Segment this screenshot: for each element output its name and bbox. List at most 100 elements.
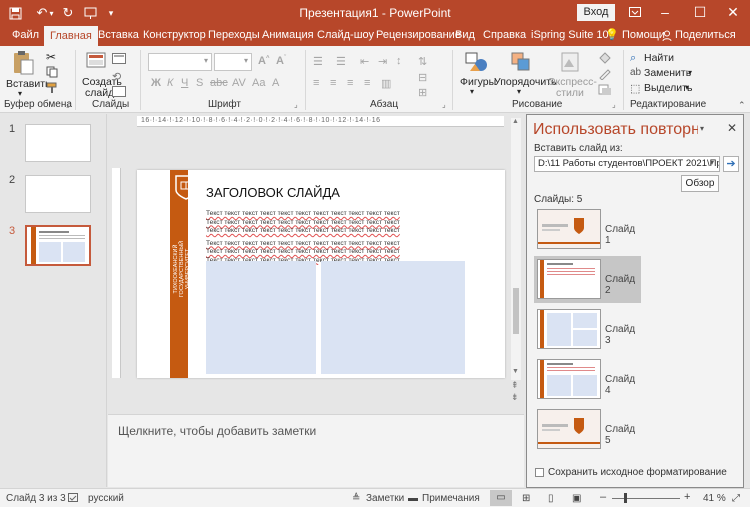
slide-thumbnail-1[interactable] xyxy=(25,124,91,162)
font-family-select[interactable]: ▾ xyxy=(148,53,212,71)
scroll-down-icon[interactable]: ▼ xyxy=(512,368,519,375)
collapse-ribbon-icon[interactable]: ⌃ xyxy=(738,100,746,111)
shapes-icon[interactable] xyxy=(464,51,490,73)
zoom-slider-handle[interactable] xyxy=(624,493,627,503)
replace-button[interactable]: Заменить xyxy=(644,67,691,79)
decrease-indent-icon[interactable]: ⇤ xyxy=(360,55,369,68)
browse-button[interactable]: Обзор xyxy=(681,175,719,192)
maximize-icon[interactable]: ☐ xyxy=(685,0,715,26)
close-icon[interactable]: ✕ xyxy=(718,0,748,26)
slide-canvas[interactable]: ТИХООКЕАНСКИЙ ГОСУДАРСТВЕННЫЙ УНИВЕРСИТЕ… xyxy=(137,170,505,378)
arrange-icon[interactable] xyxy=(510,51,532,73)
next-slide-icon[interactable]: ⇟ xyxy=(511,392,519,403)
bullets-icon[interactable]: ☰ xyxy=(313,55,323,68)
reuse-slide-item[interactable]: Слайд 2 xyxy=(534,256,641,303)
paragraph-launcher-icon[interactable]: ⌟ xyxy=(442,100,446,109)
paste-dropdown-icon[interactable]: ▾ xyxy=(18,89,22,98)
font-size-select[interactable]: ▾ xyxy=(214,53,252,71)
pane-close-icon[interactable]: ✕ xyxy=(727,121,737,135)
keep-formatting-label[interactable]: Сохранить исходное форматирование xyxy=(548,467,727,478)
previous-slide-icon[interactable]: ⇞ xyxy=(511,380,519,391)
layout-icon[interactable] xyxy=(112,53,126,67)
source-path-input[interactable]: D:\11 Работы студентов\ПРОЕКТ 2021\Презе xyxy=(534,156,720,172)
reading-view-icon[interactable]: ▯ xyxy=(548,493,554,504)
tell-me-label[interactable]: Помощи xyxy=(622,26,665,46)
align-center-icon[interactable]: ≡ xyxy=(330,77,336,89)
new-slide-label-2[interactable]: слайд xyxy=(85,87,114,99)
share-button[interactable]: Поделиться xyxy=(675,26,736,46)
comments-toggle[interactable]: Примечания xyxy=(422,493,480,504)
font-color-icon[interactable]: A xyxy=(272,77,279,89)
line-spacing-icon[interactable]: ↕ xyxy=(396,55,402,67)
shape-effects-icon[interactable] xyxy=(598,84,612,99)
zoom-out-icon[interactable]: – xyxy=(600,491,606,503)
drawing-launcher-icon[interactable]: ⌟ xyxy=(612,100,616,109)
tab-animations[interactable]: Анимация xyxy=(262,26,314,46)
change-case-icon[interactable]: Aa xyxy=(252,77,265,89)
quick-styles-label-2[interactable]: стили xyxy=(556,87,584,99)
tab-help[interactable]: Справка xyxy=(483,26,526,46)
italic-icon[interactable]: К xyxy=(167,77,173,89)
pane-options-icon[interactable]: ▾ xyxy=(700,124,704,133)
find-icon[interactable]: ⌕ xyxy=(630,52,636,65)
notes-placeholder[interactable]: Щелкните, чтобы добавить заметки xyxy=(118,424,316,438)
notes-icon[interactable]: ≜ xyxy=(352,493,360,504)
slide-thumbnail-3[interactable] xyxy=(25,225,91,266)
zoom-in-icon[interactable]: + xyxy=(684,491,690,503)
content-placeholder-right[interactable] xyxy=(321,261,465,374)
editor-scrollbar[interactable] xyxy=(511,118,521,380)
language-indicator[interactable]: русский xyxy=(88,493,124,504)
align-left-icon[interactable]: ≡ xyxy=(313,77,319,89)
columns-icon[interactable]: ▥ xyxy=(381,77,391,90)
copy-icon[interactable] xyxy=(46,66,58,81)
smartart-icon[interactable]: ⊞ xyxy=(418,86,427,99)
char-spacing-icon[interactable]: AV xyxy=(232,77,246,89)
reuse-slide-item[interactable]: Слайд 5 xyxy=(534,406,641,453)
reset-icon[interactable]: ⟲ xyxy=(112,70,121,83)
shrink-font-icon[interactable]: Aˇ xyxy=(276,55,286,67)
fit-to-window-icon[interactable]: ⤢ xyxy=(732,493,740,504)
vertical-ruler[interactable] xyxy=(112,168,121,378)
grow-font-icon[interactable]: A^ xyxy=(258,55,269,67)
font-launcher-icon[interactable]: ⌟ xyxy=(294,100,298,109)
slide-sorter-icon[interactable]: ⊞ xyxy=(522,493,530,504)
tab-transitions[interactable]: Переходы xyxy=(208,26,260,46)
comments-icon[interactable]: ▬ xyxy=(408,493,418,504)
notes-toggle[interactable]: Заметки xyxy=(366,493,404,504)
section-icon[interactable] xyxy=(112,86,126,100)
minimize-icon[interactable]: – xyxy=(650,0,680,26)
quick-styles-icon[interactable] xyxy=(560,51,580,73)
scrollbar-thumb[interactable] xyxy=(513,288,519,334)
tab-file[interactable]: Файл xyxy=(12,26,39,46)
replace-dropdown-icon[interactable]: ▾ xyxy=(688,68,692,77)
zoom-level[interactable]: 41 % xyxy=(703,493,726,504)
shapes-dropdown-icon[interactable]: ▾ xyxy=(470,87,474,96)
reuse-slide-item[interactable]: Слайд 1 xyxy=(534,206,641,253)
go-arrow-button[interactable]: ➔ xyxy=(723,156,739,172)
zoom-slider[interactable] xyxy=(612,498,680,499)
shadow-icon[interactable]: S xyxy=(196,77,203,89)
normal-view-icon[interactable]: ▭ xyxy=(490,490,512,506)
align-text-icon[interactable]: ⊟ xyxy=(418,71,427,84)
replace-icon[interactable]: ab xyxy=(630,67,641,78)
horizontal-ruler[interactable]: 16·!·14·!·12·!·10·!·8·!·6·!·4·!·2·!·0·!·… xyxy=(137,116,504,127)
arrange-dropdown-icon[interactable]: ▾ xyxy=(517,87,521,96)
shape-outline-icon[interactable] xyxy=(598,68,612,83)
clipboard-launcher-icon[interactable]: ⌟ xyxy=(66,100,70,109)
format-painter-icon[interactable] xyxy=(46,82,58,97)
shape-fill-icon[interactable] xyxy=(598,52,612,67)
ribbon-display-options-icon[interactable] xyxy=(620,0,650,26)
slideshow-view-icon[interactable]: ▣ xyxy=(572,493,581,504)
tab-insert[interactable]: Вставка xyxy=(98,26,139,46)
cut-icon[interactable]: ✂ xyxy=(46,50,56,64)
new-slide-icon[interactable] xyxy=(86,51,108,71)
reuse-slide-item[interactable]: Слайд 4 xyxy=(534,356,641,403)
bold-icon[interactable]: Ж xyxy=(151,77,161,89)
increase-indent-icon[interactable]: ⇥ xyxy=(378,55,387,68)
sign-in-button[interactable]: Вход xyxy=(577,4,615,21)
select-dropdown-icon[interactable]: ▾ xyxy=(685,83,689,92)
paste-label[interactable]: Вставить xyxy=(6,78,51,90)
slide-thumbnail-2[interactable] xyxy=(25,175,91,213)
numbering-icon[interactable]: ☰ xyxy=(336,55,346,68)
tab-home[interactable]: Главная xyxy=(44,26,98,46)
